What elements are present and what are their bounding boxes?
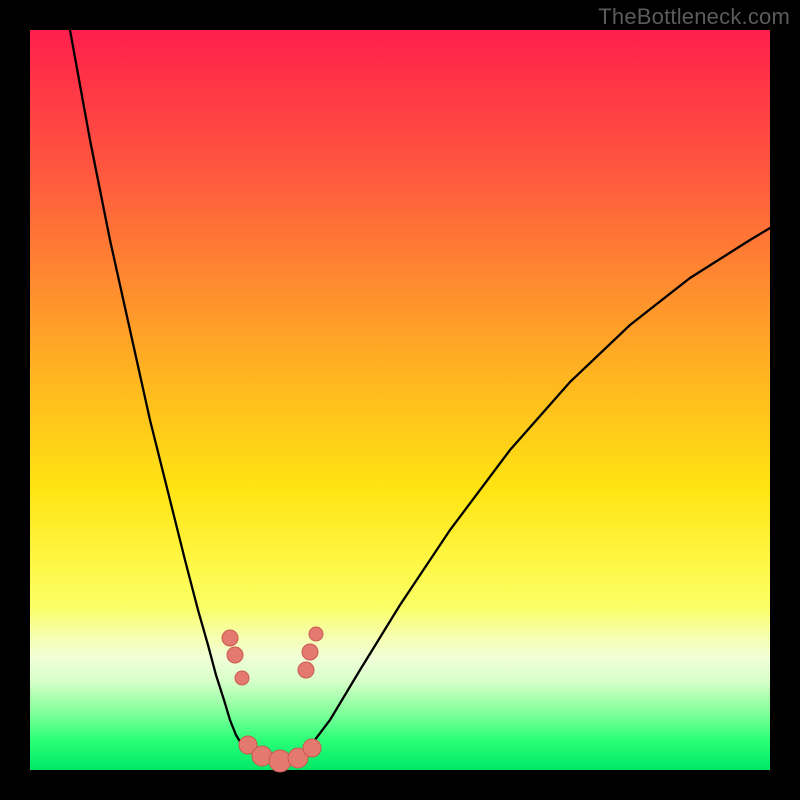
- marker-cluster: [222, 627, 323, 772]
- bottleneck-curve: [70, 30, 770, 761]
- right-dot-lower: [298, 662, 314, 678]
- chart-plot-area: [30, 30, 770, 770]
- left-dot-mid: [227, 647, 243, 663]
- chart-frame: TheBottleneck.com: [0, 0, 800, 800]
- left-dot-lower: [235, 671, 249, 685]
- watermark-text: TheBottleneck.com: [598, 4, 790, 30]
- floor-dot-5: [303, 739, 321, 757]
- chart-svg: [30, 30, 770, 770]
- right-dot-mid: [302, 644, 318, 660]
- left-dot-upper: [222, 630, 238, 646]
- floor-dot-3: [269, 750, 291, 772]
- right-dot-upper: [309, 627, 323, 641]
